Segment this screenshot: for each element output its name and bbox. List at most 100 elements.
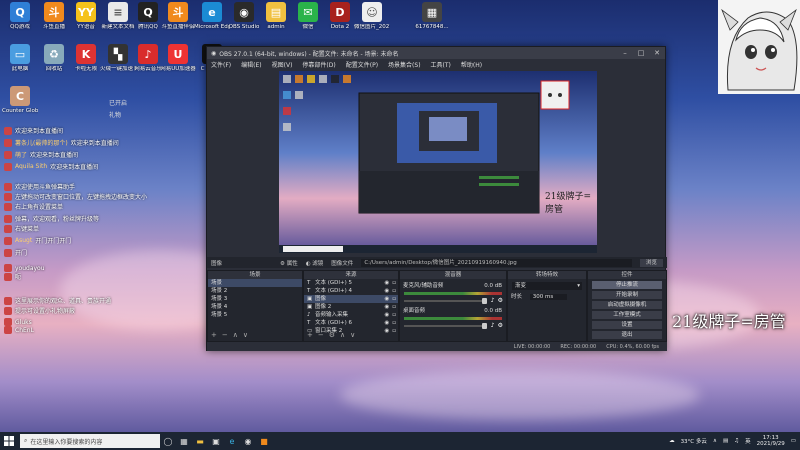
- control-button[interactable]: 启动虚拟摄像机: [592, 301, 662, 309]
- desktop-icon[interactable]: Q QQ游戏: [2, 2, 38, 31]
- lock-icon[interactable]: ▫: [392, 295, 396, 303]
- obs-menu-item[interactable]: 文件(F): [211, 60, 231, 69]
- notification-icon[interactable]: ▭: [791, 438, 796, 444]
- store-icon[interactable]: ▣: [208, 432, 224, 450]
- remove-scene-icon[interactable]: −: [222, 331, 228, 339]
- gear-icon[interactable]: ⚙: [498, 297, 503, 304]
- network-icon[interactable]: ▤: [723, 438, 728, 444]
- desktop-icon[interactable]: 斗斗鱼直播: [36, 2, 72, 31]
- control-button[interactable]: 设置: [592, 321, 662, 329]
- lock-icon[interactable]: ▫: [392, 327, 396, 335]
- move-down-icon[interactable]: ∨: [350, 331, 355, 339]
- clock[interactable]: 17:13 2021/9/29: [757, 435, 785, 448]
- obs-menu-item[interactable]: 视图(V): [272, 60, 293, 69]
- source-item[interactable]: T 文本 (GDI+) 5 ◉ ▫: [304, 279, 398, 287]
- visibility-eye-icon[interactable]: ◉: [384, 327, 389, 335]
- obs-preview[interactable]: 21级牌子=房管: [279, 71, 597, 253]
- weather-text[interactable]: 33°C 多云: [681, 437, 707, 445]
- source-item[interactable]: ♪ 音频输入采集 ◉ ▫: [304, 311, 398, 319]
- maximize-icon[interactable]: □: [633, 49, 649, 57]
- add-scene-icon[interactable]: +: [211, 331, 217, 339]
- speaker-icon[interactable]: ♪: [491, 322, 495, 329]
- move-up-icon[interactable]: ∧: [340, 331, 345, 339]
- move-down-icon[interactable]: ∨: [243, 331, 248, 339]
- duration-field[interactable]: 300 ms: [529, 294, 568, 300]
- obs-menu-item[interactable]: 配置文件(P): [346, 60, 378, 69]
- desktop-icon[interactable]: ▦ 61767848...: [414, 2, 450, 31]
- gear-icon[interactable]: ⚙: [498, 322, 503, 329]
- edge-icon[interactable]: e: [224, 432, 240, 450]
- lock-icon[interactable]: ▫: [392, 279, 396, 287]
- widgets-icon[interactable]: ▦: [176, 432, 192, 450]
- obs-menu-item[interactable]: 停靠部件(D): [302, 60, 335, 69]
- obs-taskbar-icon[interactable]: ◉: [240, 432, 256, 450]
- source-item[interactable]: ▣ 图像 ◉ ▫: [304, 295, 398, 303]
- minimize-icon[interactable]: –: [617, 49, 633, 57]
- source-item[interactable]: ▣ 图像 2 ◉ ▫: [304, 303, 398, 311]
- desktop-icon[interactable]: K 卡啦无限: [68, 44, 104, 73]
- chat-tab-gifts[interactable]: 礼物: [109, 110, 121, 119]
- filters-button[interactable]: ◐ 滤镜: [306, 259, 324, 267]
- desktop-icon[interactable]: ♻ 回收站: [36, 44, 72, 73]
- browse-button[interactable]: 浏览: [639, 258, 663, 267]
- properties-button[interactable]: ⚙ 属性: [280, 259, 298, 267]
- scene-item[interactable]: 场景: [208, 279, 302, 287]
- desktop-icon[interactable]: D Dota 2: [322, 2, 358, 31]
- control-button[interactable]: 停止推流: [592, 281, 662, 289]
- lock-icon[interactable]: ▫: [392, 287, 396, 295]
- volume-slider[interactable]: [404, 297, 487, 304]
- ime-indicator[interactable]: 英: [745, 437, 751, 445]
- remove-source-icon[interactable]: −: [318, 331, 324, 339]
- obs-window[interactable]: ◉ OBS 27.0.1 (64-bit, windows) - 配置文件: 未…: [206, 46, 667, 351]
- lock-icon[interactable]: ▫: [392, 319, 396, 327]
- tray-overflow-icon[interactable]: ∧: [713, 438, 717, 444]
- close-icon[interactable]: ✕: [649, 49, 665, 57]
- control-button[interactable]: 工作室模式: [592, 311, 662, 319]
- speaker-icon[interactable]: ♪: [491, 297, 495, 304]
- source-item[interactable]: T 文本 (GDI+) 6 ◉ ▫: [304, 319, 398, 327]
- task-view-icon[interactable]: ◯: [160, 432, 176, 450]
- desktop-icon[interactable]: U 网易UU加速器: [160, 44, 196, 73]
- obs-menu-item[interactable]: 场景集合(S): [388, 60, 421, 69]
- desktop-icon[interactable]: e Microsoft Edge: [194, 2, 230, 31]
- obs-titlebar[interactable]: ◉ OBS 27.0.1 (64-bit, windows) - 配置文件: 未…: [207, 47, 665, 59]
- volume-slider-knob[interactable]: [481, 322, 487, 329]
- scene-item[interactable]: 场景 5: [208, 311, 302, 319]
- desktop-icon[interactable]: ✉ 微信: [290, 2, 326, 31]
- scene-item[interactable]: 场景 2: [208, 287, 302, 295]
- visibility-eye-icon[interactable]: ◉: [384, 279, 389, 287]
- file-explorer-icon[interactable]: ▬: [192, 432, 208, 450]
- source-item[interactable]: T 文本 (GDI+) 4 ◉ ▫: [304, 287, 398, 295]
- scene-item[interactable]: 场景 4: [208, 303, 302, 311]
- source-settings-icon[interactable]: ⚙: [329, 331, 335, 339]
- visibility-eye-icon[interactable]: ◉: [384, 303, 389, 311]
- start-button[interactable]: [0, 432, 18, 450]
- lock-icon[interactable]: ▫: [392, 311, 396, 319]
- volume-icon[interactable]: ♫: [734, 438, 739, 444]
- move-up-icon[interactable]: ∧: [233, 331, 238, 339]
- desktop-icon[interactable]: YY YY语音: [68, 2, 104, 31]
- desktop-icon[interactable]: 斗斗鱼直播伴侣: [160, 2, 196, 31]
- obs-menu-item[interactable]: 帮助(H): [461, 60, 482, 69]
- desktop-icon[interactable]: ▤ admin: [258, 2, 294, 31]
- control-button[interactable]: 退出: [592, 331, 662, 339]
- douyu-taskbar-icon[interactable]: ■: [256, 432, 272, 450]
- scene-item[interactable]: 场景 3: [208, 295, 302, 303]
- control-button[interactable]: 开始录制: [592, 291, 662, 299]
- visibility-eye-icon[interactable]: ◉: [384, 319, 389, 327]
- taskbar-search[interactable]: ⌕ 在这里输入你要搜索的内容: [20, 434, 160, 448]
- desktop-icon[interactable]: ☺ 微信图片_2021091...: [354, 2, 390, 31]
- obs-menu-item[interactable]: 工具(T): [431, 60, 451, 69]
- desktop-icon[interactable]: ▭ 此电脑: [2, 44, 38, 73]
- transition-select[interactable]: 渐变 ▾: [512, 282, 582, 290]
- desktop-icon[interactable]: C Counter Global...: [2, 86, 38, 115]
- visibility-eye-icon[interactable]: ◉: [384, 287, 389, 295]
- desktop-icon[interactable]: ◉ OBS Studio: [226, 2, 262, 31]
- volume-slider-knob[interactable]: [481, 297, 487, 304]
- volume-slider[interactable]: [404, 322, 487, 329]
- obs-menu-item[interactable]: 编辑(E): [241, 60, 261, 69]
- visibility-eye-icon[interactable]: ◉: [384, 295, 389, 303]
- image-path-field[interactable]: C:/Users/admin/Desktop/微信图片_202109191609…: [361, 258, 632, 267]
- lock-icon[interactable]: ▫: [392, 303, 396, 311]
- add-source-icon[interactable]: +: [307, 331, 313, 339]
